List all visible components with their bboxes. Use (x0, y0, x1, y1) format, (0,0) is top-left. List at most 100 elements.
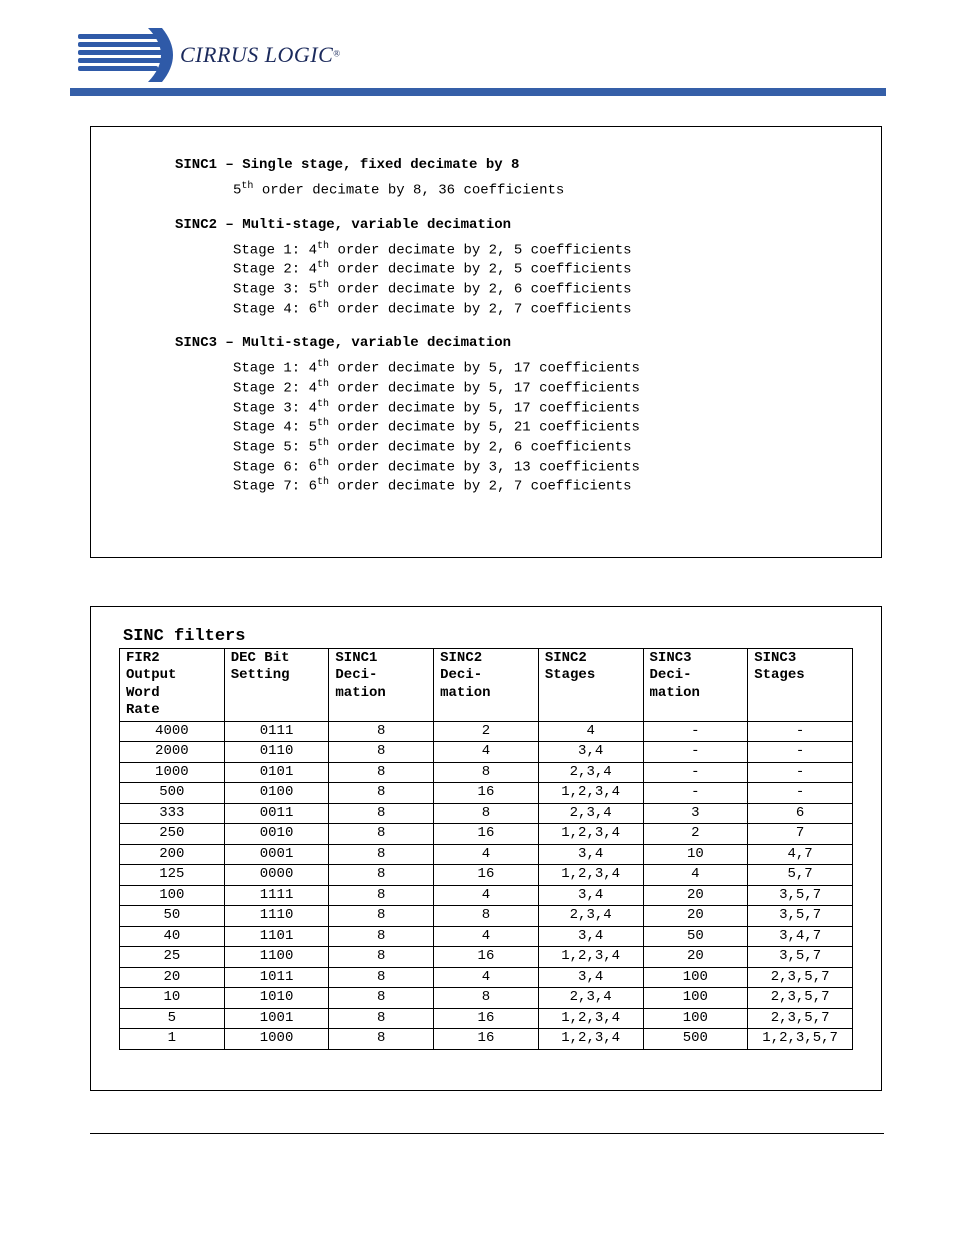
table-body: 40000111824--20000110843,4--10000101882,… (120, 721, 853, 1049)
cell-r13-c6: 2,3,5,7 (748, 988, 853, 1009)
cell-r3-c0: 500 (120, 783, 225, 804)
cell-r11-c2: 8 (329, 947, 434, 968)
sinc2-stage-4: Stage 4: 6th order decimate by 2, 7 coef… (233, 300, 857, 318)
cell-r14-c5: 100 (643, 1008, 748, 1029)
sinc3-stage-3: Stage 3: 4th order decimate by 5, 17 coe… (233, 399, 857, 417)
cell-r12-c1: 1011 (224, 967, 329, 988)
table-header-row: FIR2OutputWordRateDEC BitSettingSINC1Dec… (120, 648, 853, 721)
table-row: 12500008161,2,3,445,7 (120, 865, 853, 886)
cell-r14-c1: 1001 (224, 1008, 329, 1029)
cell-r4-c4: 2,3,4 (538, 803, 643, 824)
cell-r14-c2: 8 (329, 1008, 434, 1029)
cell-r4-c2: 8 (329, 803, 434, 824)
cell-r5-c5: 2 (643, 824, 748, 845)
cell-r9-c6: 3,5,7 (748, 906, 853, 927)
cell-r11-c4: 1,2,3,4 (538, 947, 643, 968)
table-row: 201011843,41002,3,5,7 (120, 967, 853, 988)
col-header-1: DEC BitSetting (224, 648, 329, 721)
sinc-filters-title: SINC filters (123, 627, 853, 646)
sinc1-title: SINC1 – Single stage, fixed decimate by … (175, 157, 857, 173)
table-row: 110008161,2,3,45001,2,3,5,7 (120, 1029, 853, 1050)
sinc2-stage-1: Stage 1: 4th order decimate by 2, 5 coef… (233, 241, 857, 259)
header-divider (70, 88, 886, 96)
col-header-0: FIR2OutputWordRate (120, 648, 225, 721)
cell-r12-c2: 8 (329, 967, 434, 988)
sinc3-title: SINC3 – Multi-stage, variable decimation (175, 335, 857, 351)
table-row: 10000101882,3,4-- (120, 762, 853, 783)
cell-r6-c1: 0001 (224, 844, 329, 865)
cell-r9-c1: 1110 (224, 906, 329, 927)
cell-r15-c3: 16 (434, 1029, 539, 1050)
table-row: 50001008161,2,3,4-- (120, 783, 853, 804)
cell-r10-c3: 4 (434, 926, 539, 947)
sinc2-stage-2: Stage 2: 4th order decimate by 2, 5 coef… (233, 260, 857, 278)
sinc-filters-box: SINC filters FIR2OutputWordRateDEC BitSe… (90, 606, 882, 1091)
cell-r11-c6: 3,5,7 (748, 947, 853, 968)
cell-r15-c2: 8 (329, 1029, 434, 1050)
cell-r7-c5: 4 (643, 865, 748, 886)
cell-r13-c3: 8 (434, 988, 539, 1009)
page-content: SINC1 – Single stage, fixed decimate by … (0, 96, 954, 1091)
cell-r3-c1: 0100 (224, 783, 329, 804)
cell-r10-c5: 50 (643, 926, 748, 947)
sinc1-line: 5th order decimate by 8, 36 coefficients (233, 181, 857, 199)
cell-r15-c5: 500 (643, 1029, 748, 1050)
company-logo: CIRRUS LOGIC® (78, 28, 954, 82)
table-row: 3330011882,3,436 (120, 803, 853, 824)
cell-r10-c1: 1101 (224, 926, 329, 947)
cell-r13-c2: 8 (329, 988, 434, 1009)
table-row: 2000001843,4104,7 (120, 844, 853, 865)
cell-r8-c2: 8 (329, 885, 434, 906)
cell-r2-c5: - (643, 762, 748, 783)
cell-r3-c2: 8 (329, 783, 434, 804)
cell-r2-c2: 8 (329, 762, 434, 783)
sinc-description-box: SINC1 – Single stage, fixed decimate by … (90, 126, 882, 558)
cell-r12-c0: 20 (120, 967, 225, 988)
cell-r5-c1: 0010 (224, 824, 329, 845)
cell-r12-c3: 4 (434, 967, 539, 988)
sinc-filters-table: FIR2OutputWordRateDEC BitSettingSINC1Dec… (119, 648, 853, 1050)
table-row: 20000110843,4-- (120, 742, 853, 763)
sinc3-stage-list: Stage 1: 4th order decimate by 5, 17 coe… (115, 359, 857, 495)
cell-r7-c3: 16 (434, 865, 539, 886)
cell-r8-c6: 3,5,7 (748, 885, 853, 906)
cell-r13-c1: 1010 (224, 988, 329, 1009)
cell-r13-c5: 100 (643, 988, 748, 1009)
sinc3-stage-6: Stage 6: 6th order decimate by 3, 13 coe… (233, 458, 857, 476)
cell-r10-c2: 8 (329, 926, 434, 947)
table-row: 501110882,3,4203,5,7 (120, 906, 853, 927)
sinc3-stage-4: Stage 4: 5th order decimate by 5, 21 coe… (233, 418, 857, 436)
cell-r9-c5: 20 (643, 906, 748, 927)
col-header-6: SINC3Stages (748, 648, 853, 721)
cell-r10-c0: 40 (120, 926, 225, 947)
cell-r6-c0: 200 (120, 844, 225, 865)
cell-r12-c5: 100 (643, 967, 748, 988)
cell-r15-c0: 1 (120, 1029, 225, 1050)
cell-r0-c6: - (748, 721, 853, 742)
cell-r4-c5: 3 (643, 803, 748, 824)
cell-r9-c3: 8 (434, 906, 539, 927)
cell-r0-c2: 8 (329, 721, 434, 742)
page: CIRRUS LOGIC® SINC1 – Single stage, fixe… (0, 0, 954, 1235)
table-row: 2511008161,2,3,4203,5,7 (120, 947, 853, 968)
cell-r9-c2: 8 (329, 906, 434, 927)
cell-r13-c4: 2,3,4 (538, 988, 643, 1009)
cell-r11-c0: 25 (120, 947, 225, 968)
cell-r0-c3: 2 (434, 721, 539, 742)
cell-r1-c6: - (748, 742, 853, 763)
sinc3-stage-2: Stage 2: 4th order decimate by 5, 17 coe… (233, 379, 857, 397)
footer-divider (90, 1133, 884, 1134)
cell-r10-c4: 3,4 (538, 926, 643, 947)
cell-r5-c0: 250 (120, 824, 225, 845)
cell-r2-c6: - (748, 762, 853, 783)
cell-r6-c5: 10 (643, 844, 748, 865)
cell-r5-c6: 7 (748, 824, 853, 845)
cell-r1-c0: 2000 (120, 742, 225, 763)
cell-r7-c1: 0000 (224, 865, 329, 886)
sinc2-title: SINC2 – Multi-stage, variable decimation (175, 217, 857, 233)
table-row: 101010882,3,41002,3,5,7 (120, 988, 853, 1009)
cell-r9-c4: 2,3,4 (538, 906, 643, 927)
cell-r3-c3: 16 (434, 783, 539, 804)
table-row: 40000111824-- (120, 721, 853, 742)
cell-r2-c3: 8 (434, 762, 539, 783)
